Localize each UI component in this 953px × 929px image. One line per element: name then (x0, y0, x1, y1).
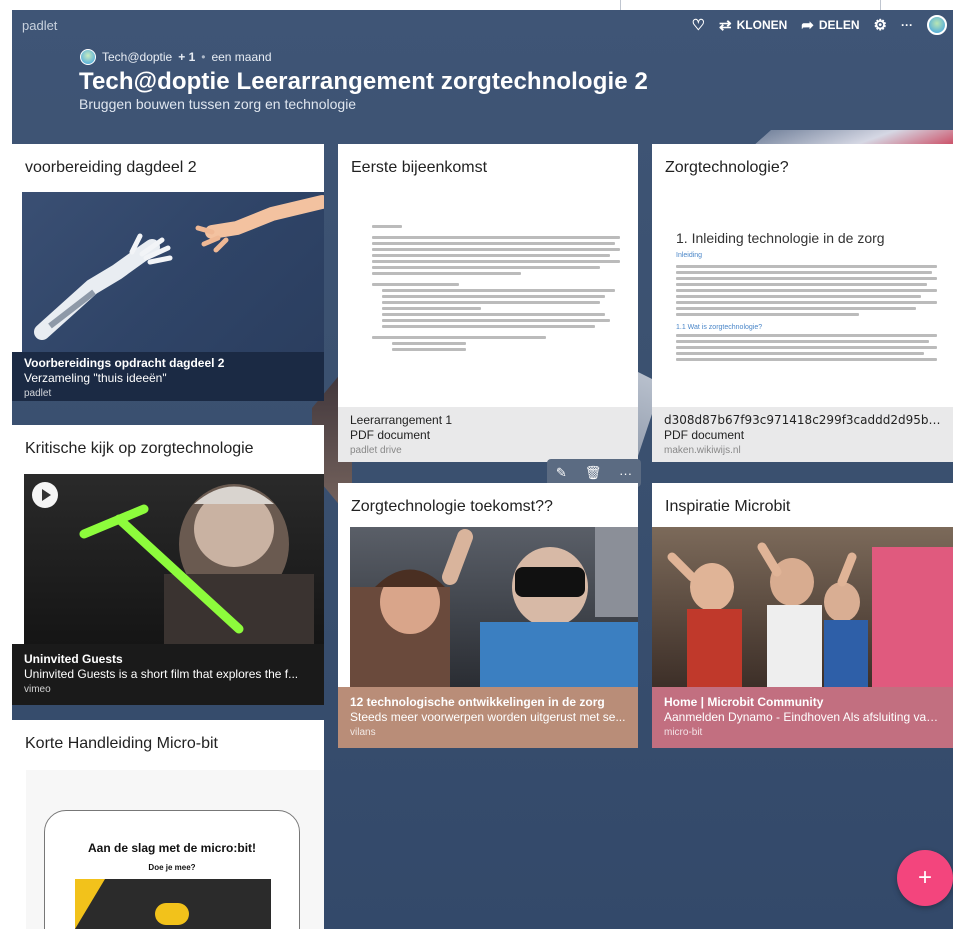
document-section: 1.1 Wat is zorgtechnologie? (676, 324, 763, 331)
document-subheading: Inleiding (676, 252, 703, 259)
link-preview[interactable]: Voorbereidings opdracht dagdeel 2 Verzam… (12, 352, 324, 401)
document-thumbnail: Aan de slag met de micro:bit! Doe je mee… (26, 770, 324, 929)
share-icon: ➦ (801, 16, 814, 34)
board-subtitle: Bruggen bouwen tussen zorg en technologi… (79, 96, 357, 112)
padlet-board: padlet ♡ ⇄ KLONEN ➦ DELEN ⚙ ··· Tech@dop… (12, 10, 953, 929)
trash-icon[interactable]: 🗑 (585, 465, 602, 481)
link-title: 12 technologische ontwikkelingen in de z… (350, 695, 605, 709)
link-preview[interactable]: Home | Microbit Community Aanmelden Dyna… (652, 687, 953, 748)
post-card[interactable]: Korte Handleiding Micro-bit Aan de slag … (12, 720, 324, 929)
post-card[interactable]: Inspiratie Microbit Home | Microbit Comm… (652, 483, 953, 748)
post-card[interactable]: Zorgtechnologie? 1. Inleiding technologi… (652, 144, 953, 462)
plus-icon: + (917, 864, 932, 891)
document-heading: Aan de slag met de micro:bit! (87, 841, 257, 855)
board-title: Tech@doptie Leerarrangement zorgtechnolo… (79, 68, 648, 95)
board-toolbar: ♡ ⇄ KLONEN ➦ DELEN ⚙ ··· (692, 15, 947, 35)
share-label: DELEN (818, 18, 860, 32)
gear-icon: ⚙ (873, 16, 887, 34)
link-title: Home | Microbit Community (664, 695, 824, 709)
link-source: padlet (24, 388, 52, 399)
clone-icon: ⇄ (719, 16, 732, 34)
post-title: Zorgtechnologie toekomst?? (351, 498, 553, 515)
like-button[interactable]: ♡ (692, 18, 705, 33)
post-title: Inspiratie Microbit (665, 498, 791, 515)
file-type: PDF document (350, 428, 431, 442)
post-title: Eerste bijeenkomst (351, 159, 488, 176)
post-card[interactable]: Kritische kijk op zorgtechnologie Uninvi… (12, 425, 324, 705)
top-bar: padlet ♡ ⇄ KLONEN ➦ DELEN ⚙ ··· (12, 10, 953, 40)
decorative-stripe (75, 879, 105, 929)
user-avatar[interactable] (927, 15, 947, 35)
link-title: Voorbereidings opdracht dagdeel 2 (24, 356, 225, 370)
top-divider (880, 0, 881, 10)
play-icon[interactable] (32, 482, 58, 508)
post-thumbnail (350, 527, 638, 687)
post-title: voorbereiding dagdeel 2 (25, 159, 197, 176)
file-type: PDF document (664, 428, 745, 442)
post-thumbnail (22, 192, 324, 352)
document-subheading: Doe je mee? (148, 863, 196, 872)
link-preview[interactable]: Uninvited Guests Uninvited Guests is a s… (12, 644, 324, 705)
link-description: Verzameling "thuis ideeën" (24, 371, 167, 385)
file-name: d308d87b67f93c971418c299f3caddd2d95b841c (664, 413, 941, 427)
clone-button[interactable]: ⇄ KLONEN (719, 18, 787, 33)
share-button[interactable]: ➦ DELEN (801, 18, 859, 33)
vr-photo (350, 527, 638, 687)
file-source: maken.wikiwijs.nl (664, 445, 741, 456)
file-name: Leerarrangement 1 (350, 413, 453, 427)
clone-label: KLONEN (736, 18, 788, 32)
video-thumbnail[interactable] (24, 474, 324, 644)
document-preview: 1. Inleiding technologie in de zorg Inle… (652, 192, 953, 404)
more-icon: ··· (901, 18, 913, 32)
contributors-count[interactable]: + 1 (178, 50, 195, 64)
video-still (79, 484, 314, 644)
author-name[interactable]: Tech@doptie (102, 50, 172, 64)
robot-hand-illustration (34, 195, 324, 340)
post-title: Korte Handleiding Micro-bit (25, 735, 218, 752)
board-age: een maand (211, 50, 272, 64)
board-meta: Tech@doptie + 1 • een maand (80, 49, 272, 65)
post-card[interactable]: Zorgtechnologie toekomst?? 12 technologi… (338, 483, 638, 748)
document-page: Aan de slag met de micro:bit! Doe je mee… (44, 810, 300, 929)
file-preview[interactable]: Leerarrangement 1 PDF document padlet dr… (338, 407, 638, 462)
more-button[interactable]: ··· (901, 18, 913, 32)
file-source: padlet drive (350, 445, 402, 456)
link-preview[interactable]: 12 technologische ontwikkelingen in de z… (338, 687, 638, 748)
top-divider (620, 0, 621, 10)
microbit-kids-photo (667, 542, 953, 687)
link-source: vilans (350, 727, 376, 738)
link-description: Uninvited Guests is a short film that ex… (24, 667, 299, 681)
post-title: Kritische kijk op zorgtechnologie (25, 440, 254, 457)
link-description: Steeds meer voorwerpen worden uitgerust … (350, 710, 626, 724)
meta-separator: • (201, 50, 206, 64)
microbit-logo (155, 903, 189, 925)
file-preview[interactable]: d308d87b67f93c971418c299f3caddd2d95b841c… (652, 407, 953, 462)
link-source: micro-bit (664, 727, 703, 738)
post-title: Zorgtechnologie? (665, 159, 789, 176)
more-icon[interactable]: ··· (619, 466, 632, 481)
add-post-button[interactable]: + (897, 850, 953, 906)
link-source: vimeo (24, 684, 51, 695)
pencil-icon[interactable]: ✎ (556, 465, 567, 481)
padlet-logo[interactable]: padlet (22, 18, 57, 33)
document-heading: 1. Inleiding technologie in de zorg (676, 230, 885, 246)
post-card[interactable]: Eerste bijeenkomst Leerarrangement 1 PDF (338, 144, 638, 462)
post-thumbnail (652, 527, 953, 687)
heart-icon: ♡ (691, 16, 706, 34)
microbit-photo (75, 879, 271, 929)
document-preview (338, 192, 638, 404)
settings-button[interactable]: ⚙ (874, 18, 887, 33)
link-title: Uninvited Guests (24, 652, 123, 666)
link-description: Aanmelden Dynamo - Eindhoven Als afsluit… (664, 710, 941, 724)
author-avatar[interactable] (80, 49, 96, 65)
post-card[interactable]: voorbereiding dagdeel 2 Voorbereidings o… (12, 144, 324, 401)
